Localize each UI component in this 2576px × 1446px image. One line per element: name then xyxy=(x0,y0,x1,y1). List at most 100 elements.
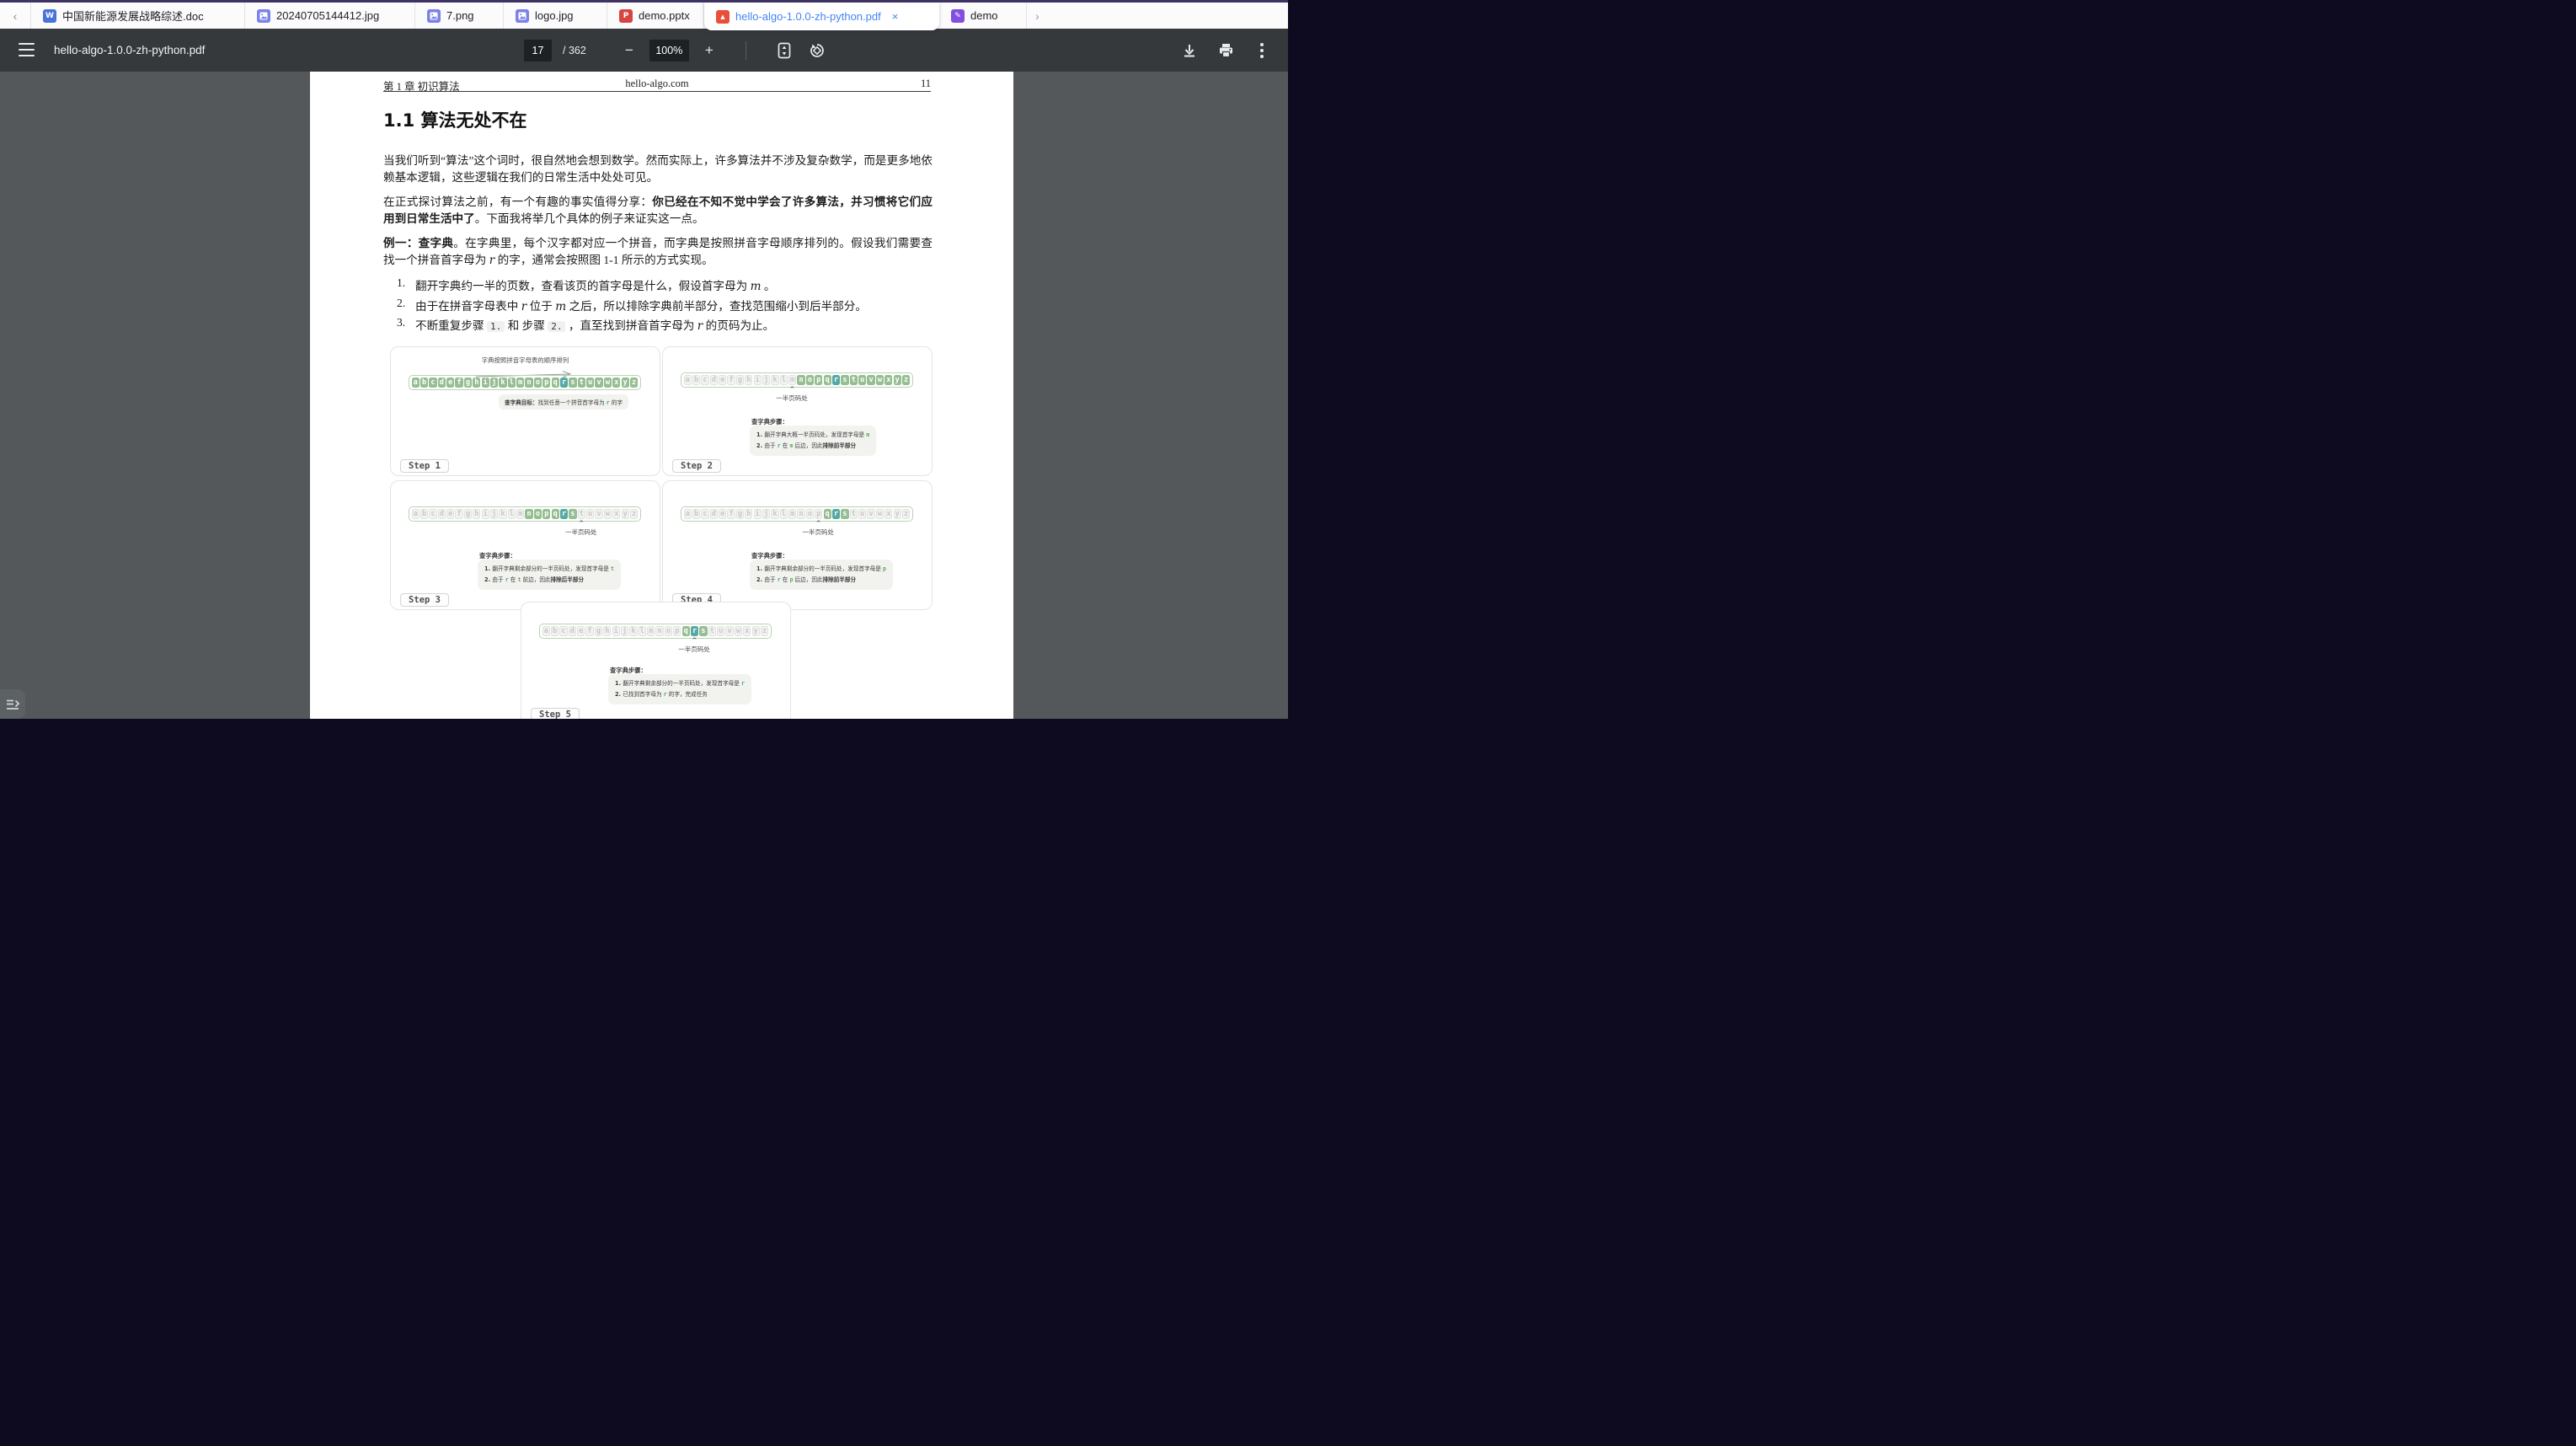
tab-label: 7.png xyxy=(446,9,474,22)
letter-cell-u: u xyxy=(586,378,594,388)
paragraph: 在正式探讨算法之前，有一个有趣的事实值得分享：你已经在不知不觉中学会了许多算法，… xyxy=(383,194,933,228)
letter-cell-s: s xyxy=(699,626,707,636)
letter-cell-h: h xyxy=(473,378,480,388)
tab-0[interactable]: W中国新能源发展战略综述.doc xyxy=(31,3,245,29)
page-number-input[interactable]: 17 xyxy=(524,40,552,62)
steps-line: 1. 翻开字典剩余部分的一半页码处，发现首字母是 p xyxy=(756,564,886,575)
zoom-in-button[interactable]: + xyxy=(700,40,719,62)
tab-row: ‹ W中国新能源发展战略综述.doc 20240705144412.jpg 7.pn… xyxy=(0,3,1288,29)
steps-line: 2. 由于 r 在 m 后边，因此排除前半部分 xyxy=(756,441,869,452)
letter-cell-y: y xyxy=(622,378,629,388)
tab-close-icon[interactable]: × xyxy=(890,10,901,23)
letter-cell-h: h xyxy=(745,375,752,385)
download-icon[interactable] xyxy=(1178,40,1200,62)
image-file-icon xyxy=(427,9,441,23)
letter-cell-q: q xyxy=(682,626,690,636)
tab-1[interactable]: 20240705144412.jpg xyxy=(245,3,415,29)
letter-cell-k: k xyxy=(499,509,506,519)
letter-cell-j: j xyxy=(762,509,770,519)
letter-cell-o: o xyxy=(806,509,814,519)
print-icon[interactable] xyxy=(1215,40,1237,62)
letter-cell-j: j xyxy=(490,509,498,519)
tab-2[interactable]: 7.png xyxy=(415,3,504,29)
tabs-scroll-left-button[interactable]: ‹ xyxy=(0,3,31,29)
letter-cell-l: l xyxy=(639,626,646,636)
tab-active-5[interactable]: ▲hello-algo-1.0.0-zh-python.pdf× xyxy=(704,3,939,30)
letter-cell-l: l xyxy=(508,509,516,519)
letter-cell-v: v xyxy=(725,626,733,636)
letter-cell-c: c xyxy=(701,375,708,385)
steps-line: 1. 翻开字典剩余部分的一半页码处，发现首字母是 t xyxy=(484,564,614,575)
letter-cell-f: f xyxy=(727,375,735,385)
letter-cell-d: d xyxy=(438,378,446,388)
edit-file-icon: ✎ xyxy=(951,9,965,23)
letter-cell-k: k xyxy=(629,626,637,636)
steps-line: 2. 由于 r 在 p 后边，因此排除前半部分 xyxy=(756,575,886,586)
letter-cell-f: f xyxy=(727,509,735,519)
steps-line: 1. 翻开字典大概一半页码处，发现首字母是 m xyxy=(756,430,869,441)
menu-icon[interactable] xyxy=(19,43,35,56)
letter-cell-v: v xyxy=(867,509,874,519)
zoom-level-input[interactable]: 100% xyxy=(649,40,689,62)
letter-cell-o: o xyxy=(534,378,542,388)
tabs-overflow-button[interactable]: › xyxy=(1027,3,1048,29)
letter-cell-i: i xyxy=(612,626,620,636)
letter-cell-x: x xyxy=(612,378,620,388)
image-file-icon xyxy=(516,9,529,23)
document-title: hello-algo-1.0.0-zh-python.pdf xyxy=(54,29,205,72)
more-options-icon[interactable] xyxy=(1251,40,1273,62)
section-title: 1.1 算法无处不在 xyxy=(383,107,527,132)
list-item: 2.由于在拼音字母表中 r 位于 m 之后，所以排除字典前半部分，查找范围缩小到… xyxy=(397,297,933,317)
letter-cell-d: d xyxy=(569,626,576,636)
pointer-caret-icon: ^ xyxy=(816,520,821,527)
letter-cell-u: u xyxy=(717,626,724,636)
letter-cell-l: l xyxy=(780,375,788,385)
alphabet-row: abcdefghijklmnopqrstuvwxyz xyxy=(409,506,641,522)
letter-cell-b: b xyxy=(420,378,428,388)
letter-cell-l: l xyxy=(780,509,788,519)
tab-4[interactable]: Pdemo.pptx xyxy=(607,3,704,29)
figure-panel-step-1: 字典按照拼音字母表的顺序排列abcdefghijklmnopqrstuvwxyz… xyxy=(390,346,660,476)
tab-label: demo.pptx xyxy=(639,9,690,22)
tab-6[interactable]: ✎demo xyxy=(939,3,1027,29)
letter-cell-u: u xyxy=(858,375,866,385)
steps-box: 1. 翻开字典剩余部分的一半页码处，发现首字母是 p2. 由于 r 在 p 后边… xyxy=(750,560,893,590)
letter-cell-j: j xyxy=(621,626,628,636)
letter-cell-t: t xyxy=(578,509,585,519)
letter-cell-c: c xyxy=(429,509,436,519)
panel-title: 字典按照拼音字母表的顺序排列 xyxy=(391,356,660,365)
page-count-label: / 362 xyxy=(563,45,586,56)
tab-label: 中国新能源发展战略综述.doc xyxy=(62,8,204,24)
letter-cell-w: w xyxy=(604,509,612,519)
letter-cell-k: k xyxy=(771,375,778,385)
letter-cell-y: y xyxy=(894,509,901,519)
rotate-icon[interactable] xyxy=(806,40,828,62)
letter-cell-s: s xyxy=(841,509,848,519)
letter-cell-t: t xyxy=(578,378,585,388)
figure-panel-step-4: abcdefghijklmnopqrstuvwxyz^一半页码处查字典步骤：1.… xyxy=(662,480,933,610)
letter-cell-d: d xyxy=(710,375,718,385)
tab-3[interactable]: logo.jpg xyxy=(504,3,607,29)
letter-cell-v: v xyxy=(867,375,874,385)
step-badge: Step 2 xyxy=(672,459,721,473)
ppt-file-icon: P xyxy=(619,9,633,23)
zoom-out-button[interactable]: − xyxy=(620,40,639,62)
letter-cell-b: b xyxy=(692,375,700,385)
tab-strip-spacer xyxy=(1048,3,1288,29)
page-zoom-controls: 17 / 362 − 100% + xyxy=(524,29,828,72)
letter-cell-r: r xyxy=(832,375,840,385)
alphabet-row: abcdefghijklmnopqrstuvwxyz xyxy=(681,506,913,522)
pointer-label: 一半页码处 xyxy=(767,528,868,537)
fit-to-page-icon[interactable] xyxy=(773,40,795,62)
tab-label: 20240705144412.jpg xyxy=(276,9,379,22)
pdf-page: 第 1 章 初识算法 hello-algo.com 11 1.1 算法无处不在 … xyxy=(310,72,1013,723)
page-header: 第 1 章 初识算法 hello-algo.com 11 xyxy=(383,78,931,92)
pdf-viewport[interactable]: 第 1 章 初识算法 hello-algo.com 11 1.1 算法无处不在 … xyxy=(0,72,1288,723)
image-file-icon xyxy=(257,9,270,23)
sidebar-expand-button[interactable] xyxy=(0,689,25,719)
letter-cell-w: w xyxy=(876,509,884,519)
steps-line: 2. 已找到首字母为 r 的字，完成任务 xyxy=(615,689,745,700)
step-badge: Step 3 xyxy=(400,593,449,607)
letter-cell-c: c xyxy=(559,626,567,636)
letter-cell-q: q xyxy=(824,375,831,385)
